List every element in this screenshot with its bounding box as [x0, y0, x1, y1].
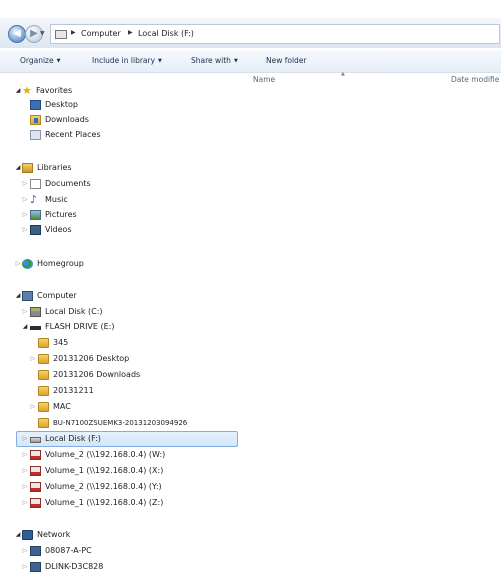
- tree-label: 20131206 Desktop: [53, 354, 130, 363]
- expand-arrow-icon[interactable]: ▷: [29, 352, 37, 366]
- computer-icon: [22, 291, 33, 301]
- network-drive-icon: [30, 466, 41, 476]
- tree-label: FLASH DRIVE (E:): [45, 322, 115, 331]
- expand-arrow-icon[interactable]: ▷: [21, 177, 29, 191]
- expand-arrow-icon[interactable]: ▷: [21, 448, 29, 462]
- network-drive-icon: [30, 450, 41, 460]
- expand-arrow-icon[interactable]: ▷: [21, 223, 29, 237]
- drive-icon: [30, 437, 41, 443]
- expand-arrow-icon[interactable]: ▷: [21, 480, 29, 494]
- chevron-down-icon: ▼: [233, 58, 238, 64]
- address-bar-area: ◀ ▶ ▼ ▶ Computer ▶ Local Disk (F:): [0, 18, 501, 48]
- expand-arrow-icon[interactable]: ▷: [21, 544, 29, 558]
- column-header-date-modified[interactable]: Date modifie: [451, 75, 499, 89]
- breadcrumb-computer[interactable]: Computer: [81, 29, 121, 38]
- computer-icon: [30, 562, 41, 572]
- folder-icon: [38, 402, 49, 412]
- flash-drive-icon: [30, 326, 41, 330]
- expand-arrow-icon[interactable]: ▷: [21, 305, 29, 319]
- new-folder-button[interactable]: New folder: [266, 56, 307, 65]
- documents-icon: [30, 179, 41, 189]
- tree-label: Videos: [45, 225, 72, 234]
- tree-label: Music: [45, 195, 68, 204]
- tree-label: 08087-A-PC: [45, 546, 92, 555]
- collapse-arrow-icon[interactable]: ◢: [14, 84, 22, 98]
- expand-arrow-icon[interactable]: ▷: [21, 560, 29, 574]
- include-in-library-button[interactable]: Include in library ▼: [92, 56, 162, 65]
- tree-label: Volume_2 (\\192.168.0.4) (Y:): [45, 482, 162, 491]
- organize-button[interactable]: Organize ▼: [20, 56, 60, 65]
- include-label: Include in library: [92, 56, 156, 65]
- downloads-icon: [30, 115, 41, 125]
- videos-icon: [30, 225, 41, 235]
- collapse-arrow-icon[interactable]: ◢: [14, 528, 22, 542]
- folder-icon: [38, 370, 49, 380]
- folder-icon: [38, 386, 49, 396]
- tree-label: MAC: [53, 402, 71, 411]
- tree-label: Libraries: [37, 163, 72, 172]
- tree-label: BU-N7100ZSUEMK3-20131203094926: [53, 419, 188, 427]
- back-button[interactable]: ◀: [8, 25, 26, 43]
- expand-arrow-icon[interactable]: ▷: [21, 496, 29, 510]
- column-header-name[interactable]: Name: [253, 75, 275, 89]
- tree-label: 20131206 Downloads: [53, 370, 141, 379]
- recent-pages-chevron-down-icon[interactable]: ▼: [40, 30, 45, 37]
- share-with-button[interactable]: Share with ▼: [191, 56, 238, 65]
- chevron-down-icon: ▼: [56, 58, 61, 64]
- network-icon: [22, 530, 33, 540]
- tree-label: Downloads: [45, 115, 89, 124]
- tree-label: Homegroup: [37, 259, 84, 268]
- tree-label: Documents: [45, 179, 91, 188]
- expand-arrow-icon[interactable]: ▷: [29, 400, 37, 414]
- organize-label: Organize: [20, 56, 54, 65]
- network-drive-icon: [30, 498, 41, 508]
- tree-label: Local Disk (F:): [45, 434, 101, 443]
- tree-label: Local Disk (C:): [45, 307, 103, 316]
- collapse-arrow-icon[interactable]: ◢: [21, 320, 29, 334]
- drive-icon: [55, 30, 67, 39]
- tree-label: 345: [53, 338, 69, 347]
- expand-arrow-icon[interactable]: ▷: [21, 208, 29, 222]
- libraries-icon: [22, 163, 33, 173]
- expand-arrow-icon[interactable]: ▷: [21, 432, 29, 446]
- share-label: Share with: [191, 56, 231, 65]
- breadcrumb-local-disk-f[interactable]: Local Disk (F:): [138, 29, 194, 38]
- command-bar: Organize ▼ Include in library ▼ Share with…: [0, 50, 501, 73]
- network-drive-icon: [30, 482, 41, 492]
- tree-label: Computer: [37, 291, 77, 300]
- expand-arrow-icon[interactable]: ▷: [21, 193, 29, 207]
- collapse-arrow-icon[interactable]: ◢: [14, 161, 22, 175]
- system-drive-icon: [30, 307, 41, 317]
- tree-label: Volume_2 (\\192.168.0.4) (W:): [45, 450, 166, 459]
- star-icon: ★: [22, 84, 32, 97]
- music-icon: ♪: [30, 193, 38, 206]
- tree-label: DLINK-D3C828: [45, 562, 104, 571]
- tree-label: Volume_1 (\\192.168.0.4) (Z:): [45, 498, 164, 507]
- collapse-arrow-icon[interactable]: ◢: [14, 289, 22, 303]
- desktop-icon: [30, 100, 41, 110]
- tree-label: Pictures: [45, 210, 77, 219]
- expand-arrow-icon[interactable]: ▷: [21, 464, 29, 478]
- tree-label: 20131211: [53, 386, 94, 395]
- homegroup-icon: [22, 259, 33, 269]
- folder-icon: [38, 354, 49, 364]
- breadcrumb-arrow-icon[interactable]: ▶: [71, 29, 76, 36]
- folder-icon: [38, 338, 49, 348]
- expand-arrow-icon[interactable]: ▷: [14, 257, 22, 271]
- folder-icon: [38, 418, 49, 428]
- tree-label: Recent Places: [45, 130, 101, 139]
- tree-label: Desktop: [45, 100, 78, 109]
- pictures-icon: [30, 210, 41, 220]
- recent-places-icon: [30, 130, 41, 140]
- tree-label: Volume_1 (\\192.168.0.4) (X:): [45, 466, 164, 475]
- address-field[interactable]: ▶ Computer ▶ Local Disk (F:): [50, 24, 500, 44]
- breadcrumb-arrow-icon[interactable]: ▶: [128, 29, 133, 36]
- tree-label: Network: [37, 530, 71, 539]
- tree-label: Favorites: [36, 86, 73, 95]
- computer-icon: [30, 546, 41, 556]
- chevron-down-icon: ▼: [158, 58, 162, 64]
- sort-indicator-icon: ▲: [341, 71, 345, 77]
